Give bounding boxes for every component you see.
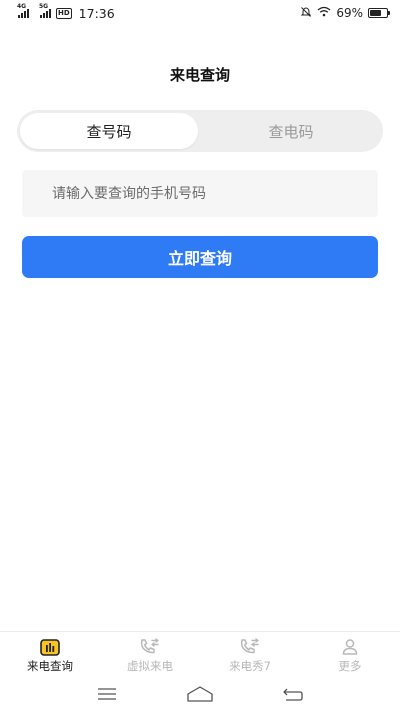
tab-label: 虚拟来电 (127, 659, 173, 673)
query-type-segment: 查号码 查电码 (17, 110, 383, 152)
status-time: 17:36 (78, 5, 115, 21)
home-icon[interactable] (185, 684, 215, 704)
menu-icon[interactable] (92, 684, 122, 704)
tab-label: 来电秀7 (229, 659, 271, 673)
tab-more[interactable]: 更多 (300, 632, 400, 676)
signal-icon: 4G (17, 3, 29, 18)
back-icon[interactable] (278, 684, 308, 704)
hd-icon: HD (56, 7, 72, 19)
phone-transfer-icon (139, 638, 161, 656)
network-type-label: 5G (39, 3, 49, 10)
mute-icon (300, 6, 312, 21)
tab-query-number[interactable]: 查号码 (20, 113, 198, 149)
tab-label: 来电查询 (27, 659, 73, 673)
battery-icon (368, 8, 390, 18)
user-icon (339, 638, 361, 656)
tab-call-show[interactable]: 来电秀7 (200, 632, 300, 676)
system-nav-bar (0, 676, 400, 711)
tab-query-telecode[interactable]: 查电码 (202, 113, 380, 149)
signal-icon: 5G (39, 3, 51, 18)
tab-label: 更多 (338, 659, 362, 673)
bar-chart-icon (39, 638, 61, 656)
phone-number-input[interactable] (22, 170, 378, 217)
status-right: 69% (300, 6, 390, 21)
tab-call-query[interactable]: 来电查询 (0, 632, 100, 676)
network-type-label: 4G (17, 3, 27, 10)
bottom-tab-bar: 来电查询 虚拟来电 来电秀7 更多 (0, 631, 400, 676)
status-bar: 4G 5G HD 17:36 69% (0, 0, 400, 26)
wifi-icon (317, 6, 331, 20)
tab-virtual-call[interactable]: 虚拟来电 (100, 632, 200, 676)
status-left: 4G 5G HD 17:36 (17, 3, 115, 21)
query-now-button[interactable]: 立即查询 (22, 236, 378, 278)
page-title: 来电查询 (169, 66, 230, 84)
phone-transfer-icon (239, 638, 261, 656)
battery-percent: 69% (336, 6, 363, 20)
